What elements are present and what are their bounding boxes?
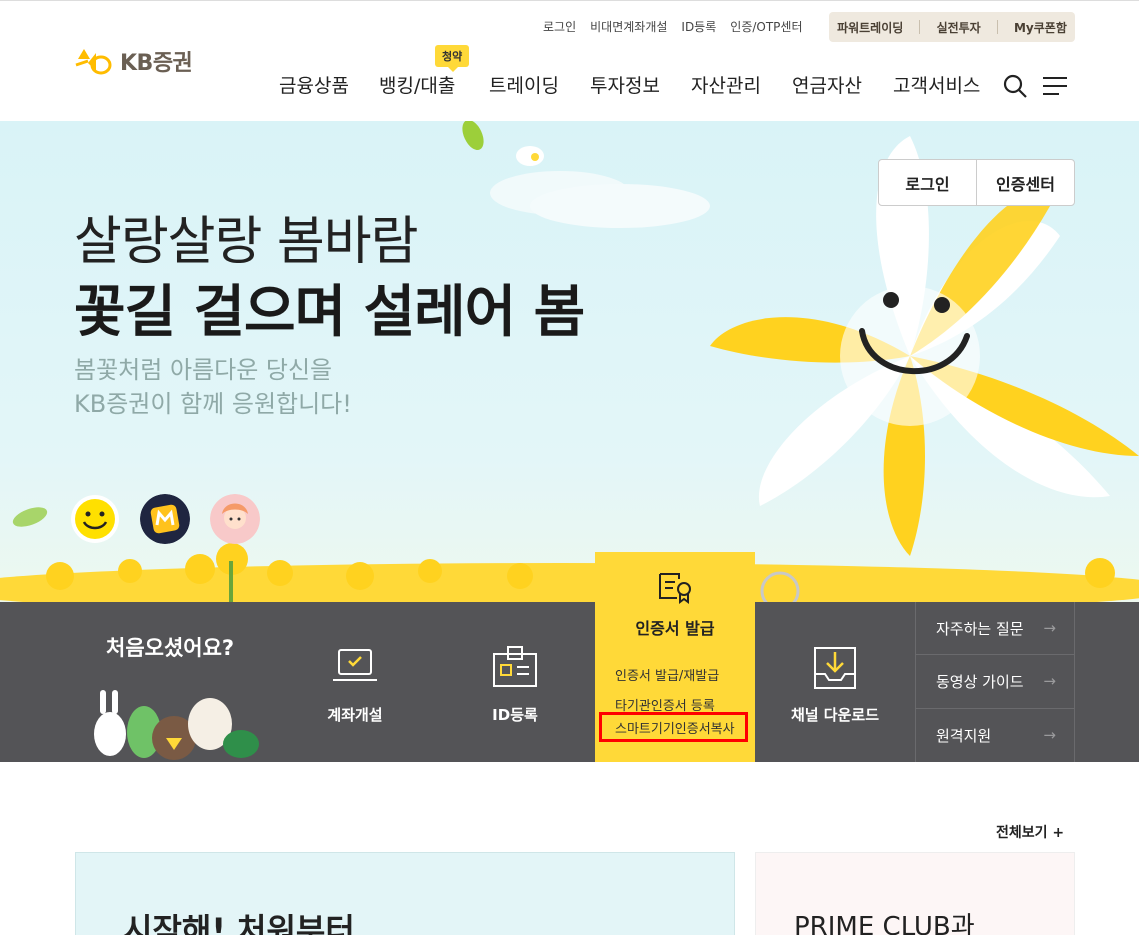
divider [996,20,998,34]
hero-login-button[interactable]: 로그인 [879,160,976,205]
hero-login-box: 로그인 인증센터 [878,159,1075,206]
kb-characters-illustration [94,690,259,760]
hamburger-menu-icon[interactable] [1042,75,1068,97]
nav-customer-service[interactable]: 고객서비스 [893,71,980,98]
nav-investment-info[interactable]: 투자정보 [590,71,691,98]
account-open-button[interactable]: 계좌개설 [275,602,435,762]
welcome-text: 처음오셨어요? [106,636,235,660]
character-thumb-icon[interactable] [210,494,260,544]
arrow-right-icon: → [1043,672,1056,691]
hero-title-line1: 살랑살랑 봄바람 [74,212,418,272]
promo-card-prime-club-title: PRIME CLUB과 [794,912,975,935]
promo-card-start[interactable]: 시작해! 처워부터 [75,852,735,935]
cert-issue-reissue-link[interactable]: 인증서 발급/재발급 [615,665,719,684]
quick-menu-bar: 처음오셨어요? 계좌개설 ID등록 채널 다운로드 자주하는 질문 → 동영상 … [0,602,1139,762]
promo-card-prime-club[interactable]: PRIME CLUB과 [755,852,1075,935]
arrow-right-icon: → [1043,619,1056,638]
site-header: KB증권 로그인 비대면계좌개설 ID등록 인증/OTP센터 파워트레이딩 실전… [0,1,1139,121]
promo-card-start-title: 시작해! 처워부터 [123,911,355,935]
faq-link[interactable]: 자주하는 질문 → [916,602,1074,656]
util-power-trading[interactable]: 파워트레이딩 [837,19,903,36]
account-open-label: 계좌개설 [327,706,383,724]
main-nav: 금융상품 뱅킹/대출 청약 트레이딩 투자정보 자산관리 연금자산 고객서비스 [279,45,980,98]
util-link-id-register[interactable]: ID등록 [681,18,716,35]
smart-device-cert-copy-label: 스마트기기인증서복사 [615,721,735,737]
util-real-invest[interactable]: 실전투자 [937,19,981,36]
cert-issue-title: 인증서 발급 [635,619,715,638]
hero-subtitle-line2: KB증권이 함께 응원합니다! [74,390,352,418]
id-register-button[interactable]: ID등록 [435,602,595,762]
utility-nav: 로그인 비대면계좌개설 ID등록 인증/OTP센터 [543,18,803,35]
nav-banking-loan[interactable]: 뱅킹/대출 청약 [379,45,489,98]
logo-text: KB증권 [120,51,193,76]
certificate-icon [659,573,691,604]
channel-download-button[interactable]: 채널 다운로드 [755,602,915,762]
video-guide-link-label: 동영상 가이드 [936,672,1024,691]
view-all-link[interactable]: 전체보기 + [996,822,1064,842]
nav-pension[interactable]: 연금자산 [792,71,893,98]
smiley-thumb-icon[interactable] [70,494,120,544]
id-card-icon [493,646,537,687]
smart-device-cert-copy-link[interactable]: 스마트기기인증서복사 [599,712,748,742]
remote-support-link-label: 원격지원 [936,726,992,745]
banner-thumbnails [70,494,260,544]
hero-title-line2: 꽃길 걸으며 설레어 봄 [74,280,585,345]
hero-cert-center-button[interactable]: 인증센터 [976,160,1074,205]
arrow-right-icon: → [1043,726,1056,745]
util-link-login[interactable]: 로그인 [543,18,576,35]
utility-box: 파워트레이딩 실전투자 My쿠폰함 [829,12,1075,42]
kb-star-logo-icon [75,49,112,75]
cert-issue-panel: 인증서 발급 인증서 발급/재발급 타기관인증서 등록 스마트기기인증서복사 [595,552,755,762]
hero-banner[interactable]: 살랑살랑 봄바람 꽃길 걸으며 설레어 봄 봄꽃처럼 아름다운 당신을 KB증권… [0,121,1139,602]
m-app-thumb-icon[interactable] [140,494,190,544]
remote-support-link[interactable]: 원격지원 → [916,709,1074,762]
util-link-open-account[interactable]: 비대면계좌개설 [590,18,667,35]
search-icon[interactable] [1002,73,1028,99]
divider [919,20,921,34]
util-link-cert-otp[interactable]: 인증/OTP센터 [730,18,802,35]
side-quick-links: 자주하는 질문 → 동영상 가이드 → 원격지원 → [915,602,1075,762]
nav-trading[interactable]: 트레이딩 [489,71,590,98]
faq-link-label: 자주하는 질문 [936,619,1024,638]
kb-logo[interactable]: KB증권 [74,45,193,77]
hero-subtitle-line1: 봄꽃처럼 아름다운 당신을 [74,356,333,384]
nav-asset-management[interactable]: 자산관리 [691,71,792,98]
laptop-icon [333,649,377,681]
subscription-badge: 청약 [435,45,470,72]
util-my-coupon[interactable]: My쿠폰함 [1014,19,1067,36]
nav-banking-loan-label: 뱅킹/대출 [379,75,456,97]
id-register-label: ID등록 [492,706,538,724]
nav-financial-products[interactable]: 금융상품 [279,71,379,98]
kb-securities-home: KB증권 로그인 비대면계좌개설 ID등록 인증/OTP센터 파워트레이딩 실전… [0,0,1139,935]
channel-download-label: 채널 다운로드 [790,706,880,724]
video-guide-link[interactable]: 동영상 가이드 → [916,655,1074,709]
download-tray-icon [814,647,856,689]
